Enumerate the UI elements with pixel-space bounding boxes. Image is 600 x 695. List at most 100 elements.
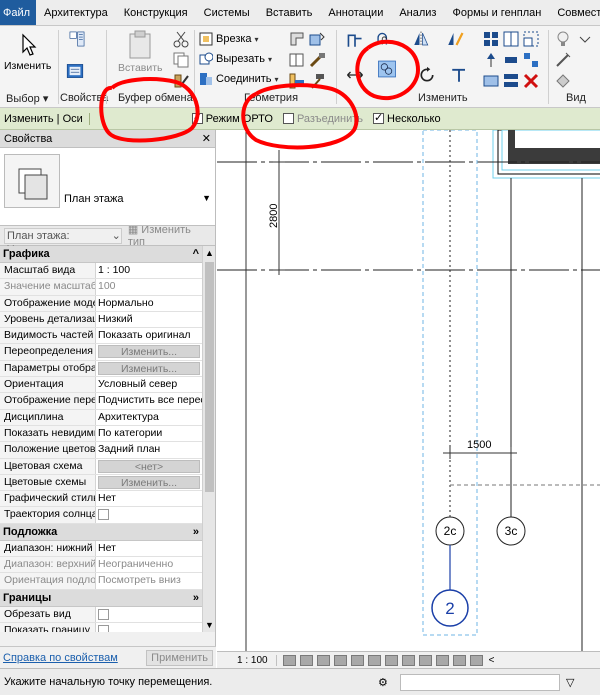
worksharing-display-icon[interactable] — [435, 654, 449, 666]
align-icon[interactable] — [346, 32, 368, 54]
filter-icon[interactable]: ▽ — [566, 676, 574, 689]
scroll-up-icon[interactable]: ▲ — [205, 248, 214, 258]
cut-geometry-button[interactable]: Вырезать ▾ — [199, 50, 272, 68]
close-icon[interactable]: ✕ — [202, 132, 211, 145]
collapse-icon[interactable]: » — [193, 592, 199, 604]
property-edit-button[interactable]: <нет> — [98, 459, 200, 473]
property-value[interactable]: Нет — [96, 541, 202, 556]
ortho-checkbox[interactable]: Режим ОРТО — [191, 111, 273, 125]
floor-plan-drawing[interactable]: 2800 1500 2c 3c 2 — [217, 130, 600, 651]
paste-button[interactable]: Вставить — [118, 30, 163, 74]
rotate-icon[interactable] — [418, 66, 440, 88]
shadows-icon[interactable] — [333, 654, 347, 666]
paint-icon[interactable] — [308, 30, 326, 48]
property-value[interactable]: <нет> — [96, 459, 202, 474]
property-value[interactable]: Низкий — [96, 312, 202, 327]
instance-selector[interactable]: План этажа: Уровень⌄ — [4, 227, 122, 256]
tab-file[interactable]: Файл — [0, 0, 37, 25]
tab-systems[interactable]: Системы — [196, 0, 258, 25]
wall-element[interactable] — [492, 130, 600, 179]
property-edit-button[interactable]: Изменить... — [98, 345, 200, 359]
crop-view-icon[interactable] — [350, 654, 364, 666]
analysis-display-icon[interactable] — [452, 654, 466, 666]
property-group-header[interactable]: Подложка » — [0, 523, 202, 541]
linework-icon[interactable] — [554, 51, 572, 69]
type-properties-icon[interactable] — [66, 62, 96, 88]
type-selector[interactable]: План этажа ▼ — [0, 148, 215, 226]
unpin-icon[interactable] — [502, 51, 520, 69]
split-element-icon[interactable] — [482, 30, 500, 48]
lightbulb-icon[interactable] — [554, 30, 572, 48]
property-edit-button[interactable]: Изменить... — [98, 361, 200, 375]
edit-type-button[interactable]: ▦ Изменить тип — [128, 223, 211, 248]
property-group-header[interactable]: Границы » — [0, 589, 202, 607]
multiple-check-icon[interactable] — [373, 111, 385, 124]
chevron-down-icon[interactable]: ▼ — [202, 193, 211, 203]
delete-icon[interactable] — [522, 72, 540, 90]
property-group-header[interactable]: Графика ^ — [0, 246, 202, 263]
view-scale[interactable]: 1 : 100 — [217, 654, 277, 666]
property-value[interactable]: Посмотреть вниз — [96, 573, 202, 588]
property-value[interactable]: Подчистить все пересечения — [96, 393, 202, 408]
property-value[interactable]: 1 : 100 — [96, 263, 202, 278]
property-value[interactable]: Изменить... — [96, 361, 202, 376]
property-value[interactable]: Изменить... — [96, 344, 202, 359]
cut-join-button[interactable]: Врезка ▾ — [199, 30, 259, 48]
disjoin-checkbox[interactable]: Разъединить — [282, 113, 363, 125]
property-value[interactable]: 100 — [96, 279, 202, 294]
wall-joins-icon[interactable] — [288, 72, 306, 90]
property-value[interactable]: Архитектура — [96, 410, 202, 425]
property-value[interactable]: По категории — [96, 426, 202, 441]
group-icon[interactable] — [522, 51, 540, 69]
demolish-icon[interactable] — [308, 51, 326, 69]
tab-collaborate[interactable]: Совместная ра — [549, 0, 600, 25]
sun-path-icon[interactable] — [316, 654, 330, 666]
property-value[interactable]: Условный север — [96, 377, 202, 392]
copy-element-icon[interactable] — [378, 60, 412, 92]
property-checkbox[interactable] — [98, 624, 109, 632]
hide-element-icon[interactable] — [554, 72, 572, 90]
mirror-draw-icon[interactable] — [446, 30, 470, 54]
scroll-thumb[interactable] — [205, 262, 214, 492]
property-value[interactable] — [96, 607, 202, 622]
modify-button[interactable]: Изменить — [4, 32, 51, 72]
property-value[interactable]: Изменить... — [96, 475, 202, 490]
property-value[interactable]: Показать оригинал — [96, 328, 202, 343]
property-edit-button[interactable]: Изменить... — [98, 475, 200, 489]
tab-structure[interactable]: Конструкция — [116, 0, 196, 25]
mirror-axis-icon[interactable] — [412, 30, 436, 54]
wall-join-icon[interactable] — [288, 30, 306, 48]
property-value[interactable] — [96, 623, 202, 632]
trim-extend-icon[interactable] — [450, 66, 474, 88]
temporary-hide-icon[interactable] — [384, 654, 398, 666]
collapse-icon[interactable]: » — [193, 526, 199, 538]
detail-level-icon[interactable] — [282, 654, 296, 666]
worksets-icon[interactable]: ⚙ — [378, 676, 396, 689]
disjoin-check-icon[interactable] — [282, 113, 294, 124]
tab-analyze[interactable]: Анализ — [391, 0, 444, 25]
tab-annotate[interactable]: Аннотации — [320, 0, 391, 25]
cut-icon[interactable] — [172, 30, 190, 48]
move-icon[interactable] — [346, 66, 370, 86]
join-geometry-button[interactable]: Соединить ▾ — [199, 70, 279, 88]
collapse-icon[interactable]: ^ — [193, 248, 199, 260]
multiple-checkbox[interactable]: Несколько — [373, 111, 441, 125]
property-checkbox[interactable] — [98, 608, 109, 620]
scale-icon[interactable] — [522, 30, 540, 48]
arrange-icon[interactable] — [502, 72, 520, 90]
properties-icon[interactable] — [68, 30, 96, 58]
tab-architecture[interactable]: Архитектура — [36, 0, 116, 25]
hammer-icon[interactable] — [308, 72, 326, 90]
offset-icon[interactable] — [376, 30, 402, 54]
property-value[interactable]: Нет — [96, 491, 202, 506]
split-face-icon[interactable] — [288, 51, 306, 69]
temporary-view-icon[interactable] — [418, 654, 432, 666]
workset-field[interactable] — [400, 673, 560, 691]
properties-help-link[interactable]: Справка по свойствам — [3, 652, 118, 664]
view-dropdown-icon[interactable] — [576, 30, 594, 48]
pin-icon[interactable] — [482, 51, 500, 69]
visual-style-icon[interactable] — [299, 654, 313, 666]
apply-button[interactable]: Применить — [146, 649, 213, 666]
properties-scrollbar[interactable]: ▲ ▼ — [202, 246, 215, 632]
align-elements-icon[interactable] — [482, 72, 500, 90]
